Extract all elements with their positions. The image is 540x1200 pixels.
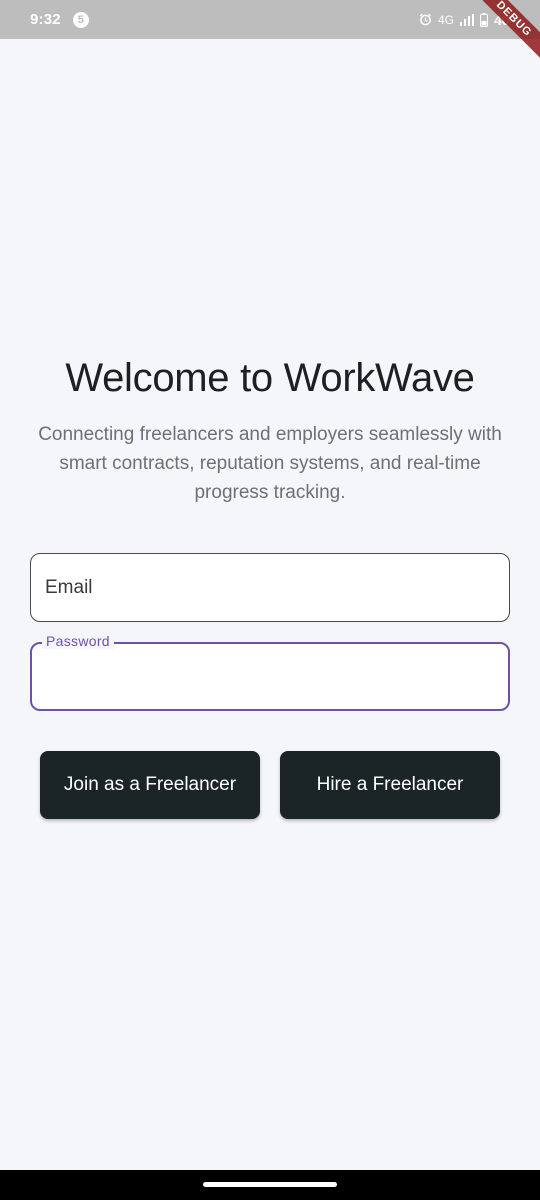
system-nav-bar (0, 1170, 540, 1200)
page-subtitle: Connecting freelancers and employers sea… (38, 424, 502, 503)
page-title: Welcome to WorkWave (65, 356, 475, 400)
password-label: Password (42, 633, 114, 649)
battery-icon (479, 12, 488, 27)
password-field[interactable] (32, 644, 508, 709)
email-field-container (30, 553, 510, 622)
alarm-icon (419, 13, 432, 26)
join-freelancer-button[interactable]: Join as a Freelancer (40, 751, 260, 819)
network-type: 4G (437, 12, 454, 27)
email-field[interactable] (31, 554, 509, 621)
notification-badge: 5 (72, 11, 89, 28)
hire-freelancer-button[interactable]: Hire a Freelancer (280, 751, 500, 819)
home-indicator[interactable] (203, 1182, 337, 1187)
signal-icon (459, 13, 474, 26)
status-time: 9:32 (30, 11, 61, 28)
status-bar: 9:32 5 4G 40% (0, 0, 540, 39)
status-left: 9:32 5 (30, 11, 89, 28)
password-field-container: Password (30, 633, 510, 711)
